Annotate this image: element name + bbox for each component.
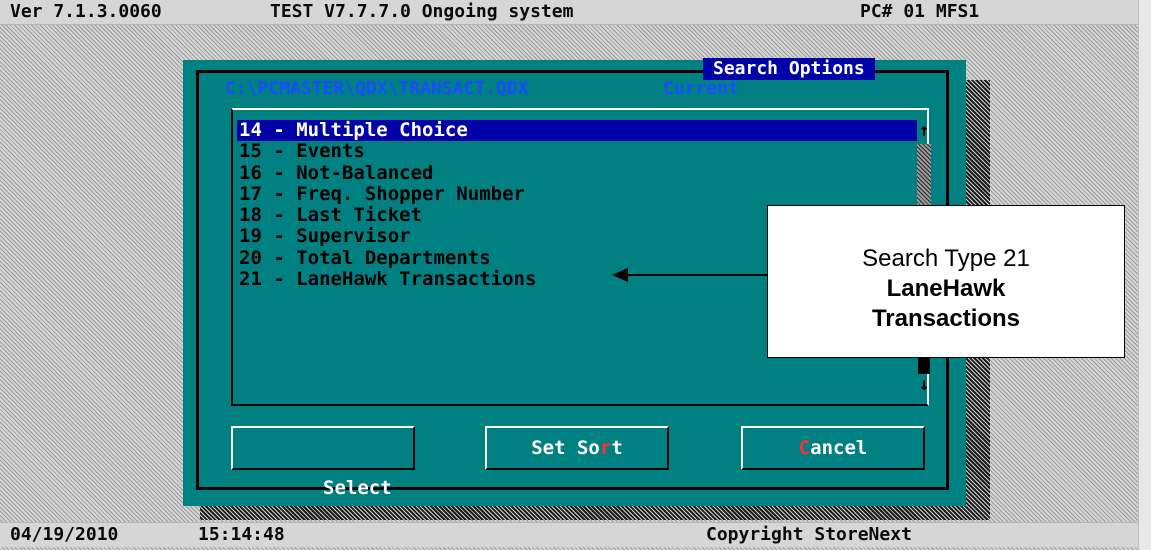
up-arrow-icon[interactable]: ↑ — [917, 122, 931, 140]
list-item[interactable]: 16 - Not-Balanced — [237, 162, 917, 184]
callout-line-1: Search Type 21 — [862, 245, 1030, 272]
select-button[interactable]: Select — [231, 426, 415, 499]
dialog-title: Search Options — [703, 58, 875, 80]
cancel-hotkey: C — [798, 437, 811, 459]
time-label: 15:14:48 — [198, 524, 285, 545]
system-label: TEST V7.7.7.0 Ongoing system — [270, 1, 574, 22]
window-edge — [1138, 0, 1151, 550]
list-item[interactable]: 17 - Freq. Shopper Number — [237, 183, 917, 205]
dos-screen: Ver 7.1.3.0060 TEST V7.7.7.0 Ongoing sys… — [0, 0, 1151, 550]
select-button-label: Select — [323, 477, 392, 499]
scroll-thumb[interactable] — [918, 358, 930, 374]
list-item[interactable]: 15 - Events — [237, 141, 917, 162]
top-status-bar: Ver 7.1.3.0060 TEST V7.7.7.0 Ongoing sys… — [0, 0, 1138, 25]
set-sort-label-pre: Set So — [531, 437, 600, 459]
cancel-button[interactable]: Cancel — [741, 426, 925, 470]
list-item[interactable]: 14 - Multiple Choice — [237, 119, 917, 142]
file-status: Current — [663, 78, 739, 99]
set-sort-hotkey: r — [599, 437, 612, 459]
version-label: Ver 7.1.3.0060 — [10, 1, 162, 22]
cancel-label-post: ancel — [810, 437, 868, 459]
callout-line-2: LaneHawk — [886, 275, 1006, 302]
bottom-status-bar: 04/19/2010 15:14:48 Copyright StoreNext — [0, 522, 1138, 547]
down-arrow-icon[interactable]: ↓ — [917, 376, 931, 394]
set-sort-label-post: t — [611, 437, 623, 459]
callout-line-3: Transactions — [871, 305, 1021, 332]
file-path: C:\PCMASTER\QDX\TRANSACT.QDX — [225, 78, 529, 99]
copyright-label: Copyright StoreNext — [706, 524, 912, 545]
set-sort-button[interactable]: Set Sort — [485, 426, 669, 470]
pc-label: PC# 01 MFS1 — [860, 1, 980, 22]
date-label: 04/19/2010 — [10, 524, 119, 545]
annotation-callout: Search Type 21 LaneHawk Transactions — [767, 205, 1125, 358]
